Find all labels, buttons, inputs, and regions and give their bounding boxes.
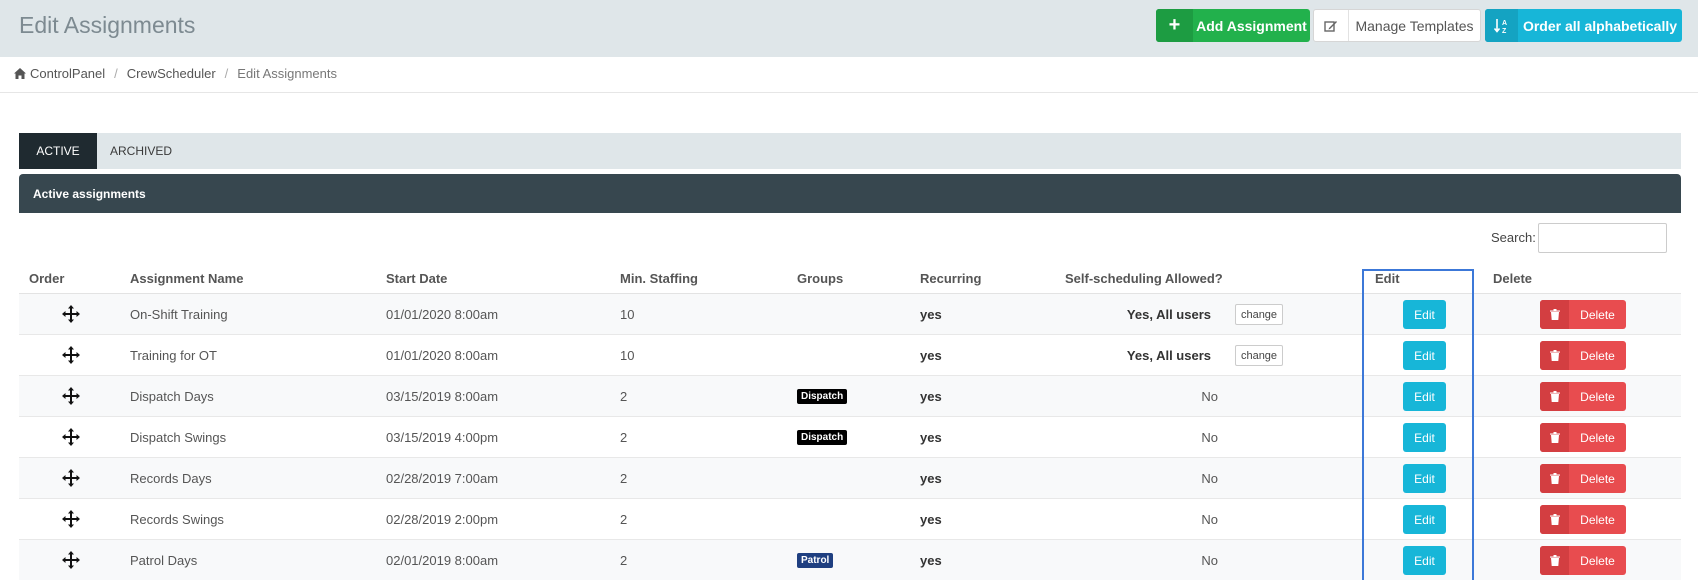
delete-button[interactable]: Delete — [1540, 505, 1626, 534]
table-row: Records Swings 02/28/2019 2:00pm 2 yes N… — [19, 499, 1681, 540]
table-row: On-Shift Training 01/01/2020 8:00am 10 y… — [19, 294, 1681, 335]
delete-button[interactable]: Delete — [1540, 423, 1626, 452]
delete-button[interactable]: Delete — [1540, 382, 1626, 411]
page-header: Edit Assignments + Add Assignment Manage… — [0, 0, 1698, 57]
delete-button[interactable]: Delete — [1540, 546, 1626, 575]
breadcrumb-crewscheduler[interactable]: CrewScheduler — [127, 66, 216, 81]
self-scheduling-value: No — [1201, 429, 1218, 445]
delete-button[interactable]: Delete — [1540, 341, 1626, 370]
column-header-delete: Delete — [1493, 271, 1533, 286]
add-assignment-label: Add Assignment — [1196, 17, 1307, 34]
change-button[interactable]: change — [1235, 304, 1283, 325]
table-row: Dispatch Swings 03/15/2019 4:00pm 2 Disp… — [19, 417, 1681, 458]
delete-label: Delete — [1580, 348, 1615, 363]
home-icon — [14, 68, 26, 79]
edit-button[interactable]: Edit — [1403, 341, 1446, 370]
breadcrumb-label: ControlPanel — [30, 66, 106, 81]
order-alphabetically-button[interactable]: A Z Order all alphabetically — [1485, 9, 1682, 42]
page-title: Edit Assignments — [19, 12, 196, 38]
trash-icon — [1540, 341, 1569, 370]
self-scheduling-value: No — [1201, 388, 1218, 404]
change-button[interactable]: change — [1235, 345, 1283, 366]
tab-bar: ACTIVE ARCHIVED — [19, 133, 1681, 169]
trash-icon — [1540, 505, 1569, 534]
order-alphabetically-label: Order all alphabetically — [1522, 17, 1678, 34]
table-row: Training for OT 01/01/2020 8:00am 10 yes… — [19, 335, 1681, 376]
table-row: Dispatch Days 03/15/2019 8:00am 2 Dispat… — [19, 376, 1681, 417]
delete-label: Delete — [1580, 430, 1615, 445]
svg-text:A: A — [1502, 20, 1507, 27]
edit-button[interactable]: Edit — [1403, 300, 1446, 329]
breadcrumb-controlpanel[interactable]: ControlPanel — [14, 66, 105, 81]
manage-templates-button[interactable]: Manage Templates — [1313, 9, 1481, 42]
self-scheduling-value: Yes, All users — [1126, 306, 1211, 322]
column-header-min-staffing[interactable]: Min. Staffing — [620, 271, 698, 286]
edit-button[interactable]: Edit — [1403, 464, 1446, 493]
delete-label: Delete — [1580, 471, 1615, 486]
self-scheduling-value: No — [1201, 552, 1218, 568]
delete-button[interactable]: Delete — [1540, 464, 1626, 493]
edit-button[interactable]: Edit — [1403, 382, 1446, 411]
delete-label: Delete — [1580, 553, 1615, 568]
edit-button[interactable]: Edit — [1403, 546, 1446, 575]
trash-icon — [1540, 423, 1569, 452]
delete-label: Delete — [1580, 307, 1615, 322]
tab-archived[interactable]: ARCHIVED — [97, 133, 185, 169]
breadcrumb-separator: / — [224, 66, 229, 81]
delete-label: Delete — [1580, 512, 1615, 527]
search-input[interactable] — [1538, 223, 1667, 253]
breadcrumb-current: Edit Assignments — [237, 66, 337, 81]
trash-icon — [1540, 382, 1569, 411]
trash-icon — [1540, 300, 1569, 329]
column-header-self-scheduling[interactable]: Self-scheduling Allowed? — [1065, 271, 1223, 286]
breadcrumb-separator: / — [114, 66, 118, 81]
plus-icon: + — [1156, 9, 1193, 42]
breadcrumb: ControlPanel / CrewScheduler / Edit Assi… — [14, 66, 337, 81]
search-label: Search: — [1491, 230, 1536, 245]
column-header-name[interactable]: Assignment Name — [130, 271, 243, 286]
manage-templates-label: Manage Templates — [1355, 17, 1474, 34]
tab-active[interactable]: ACTIVE — [19, 133, 97, 169]
table-row: Records Days 02/28/2019 7:00am 2 yes No … — [19, 458, 1681, 499]
trash-icon — [1540, 546, 1569, 575]
self-scheduling-value: No — [1201, 511, 1218, 527]
column-header-start-date[interactable]: Start Date — [386, 271, 447, 286]
column-header-order[interactable]: Order — [29, 271, 64, 286]
edit-button[interactable]: Edit — [1403, 423, 1446, 452]
delete-label: Delete — [1580, 389, 1615, 404]
table-row: Patrol Days 02/01/2019 8:00am 2 Patrol y… — [19, 540, 1681, 580]
sort-alpha-icon: A Z — [1485, 9, 1518, 42]
svg-text:Z: Z — [1502, 28, 1507, 34]
edit-button[interactable]: Edit — [1403, 505, 1446, 534]
column-header-recurring[interactable]: Recurring — [920, 271, 981, 286]
pencil-square-icon — [1314, 10, 1349, 41]
trash-icon — [1540, 464, 1569, 493]
self-scheduling-value: Yes, All users — [1126, 347, 1211, 363]
column-header-edit: Edit — [1375, 271, 1400, 286]
column-header-groups[interactable]: Groups — [797, 271, 843, 286]
panel-heading: Active assignments — [19, 174, 1681, 213]
add-assignment-button[interactable]: + Add Assignment — [1156, 9, 1310, 42]
breadcrumb-divider — [0, 92, 1698, 93]
delete-button[interactable]: Delete — [1540, 300, 1626, 329]
self-scheduling-value: No — [1201, 470, 1218, 486]
